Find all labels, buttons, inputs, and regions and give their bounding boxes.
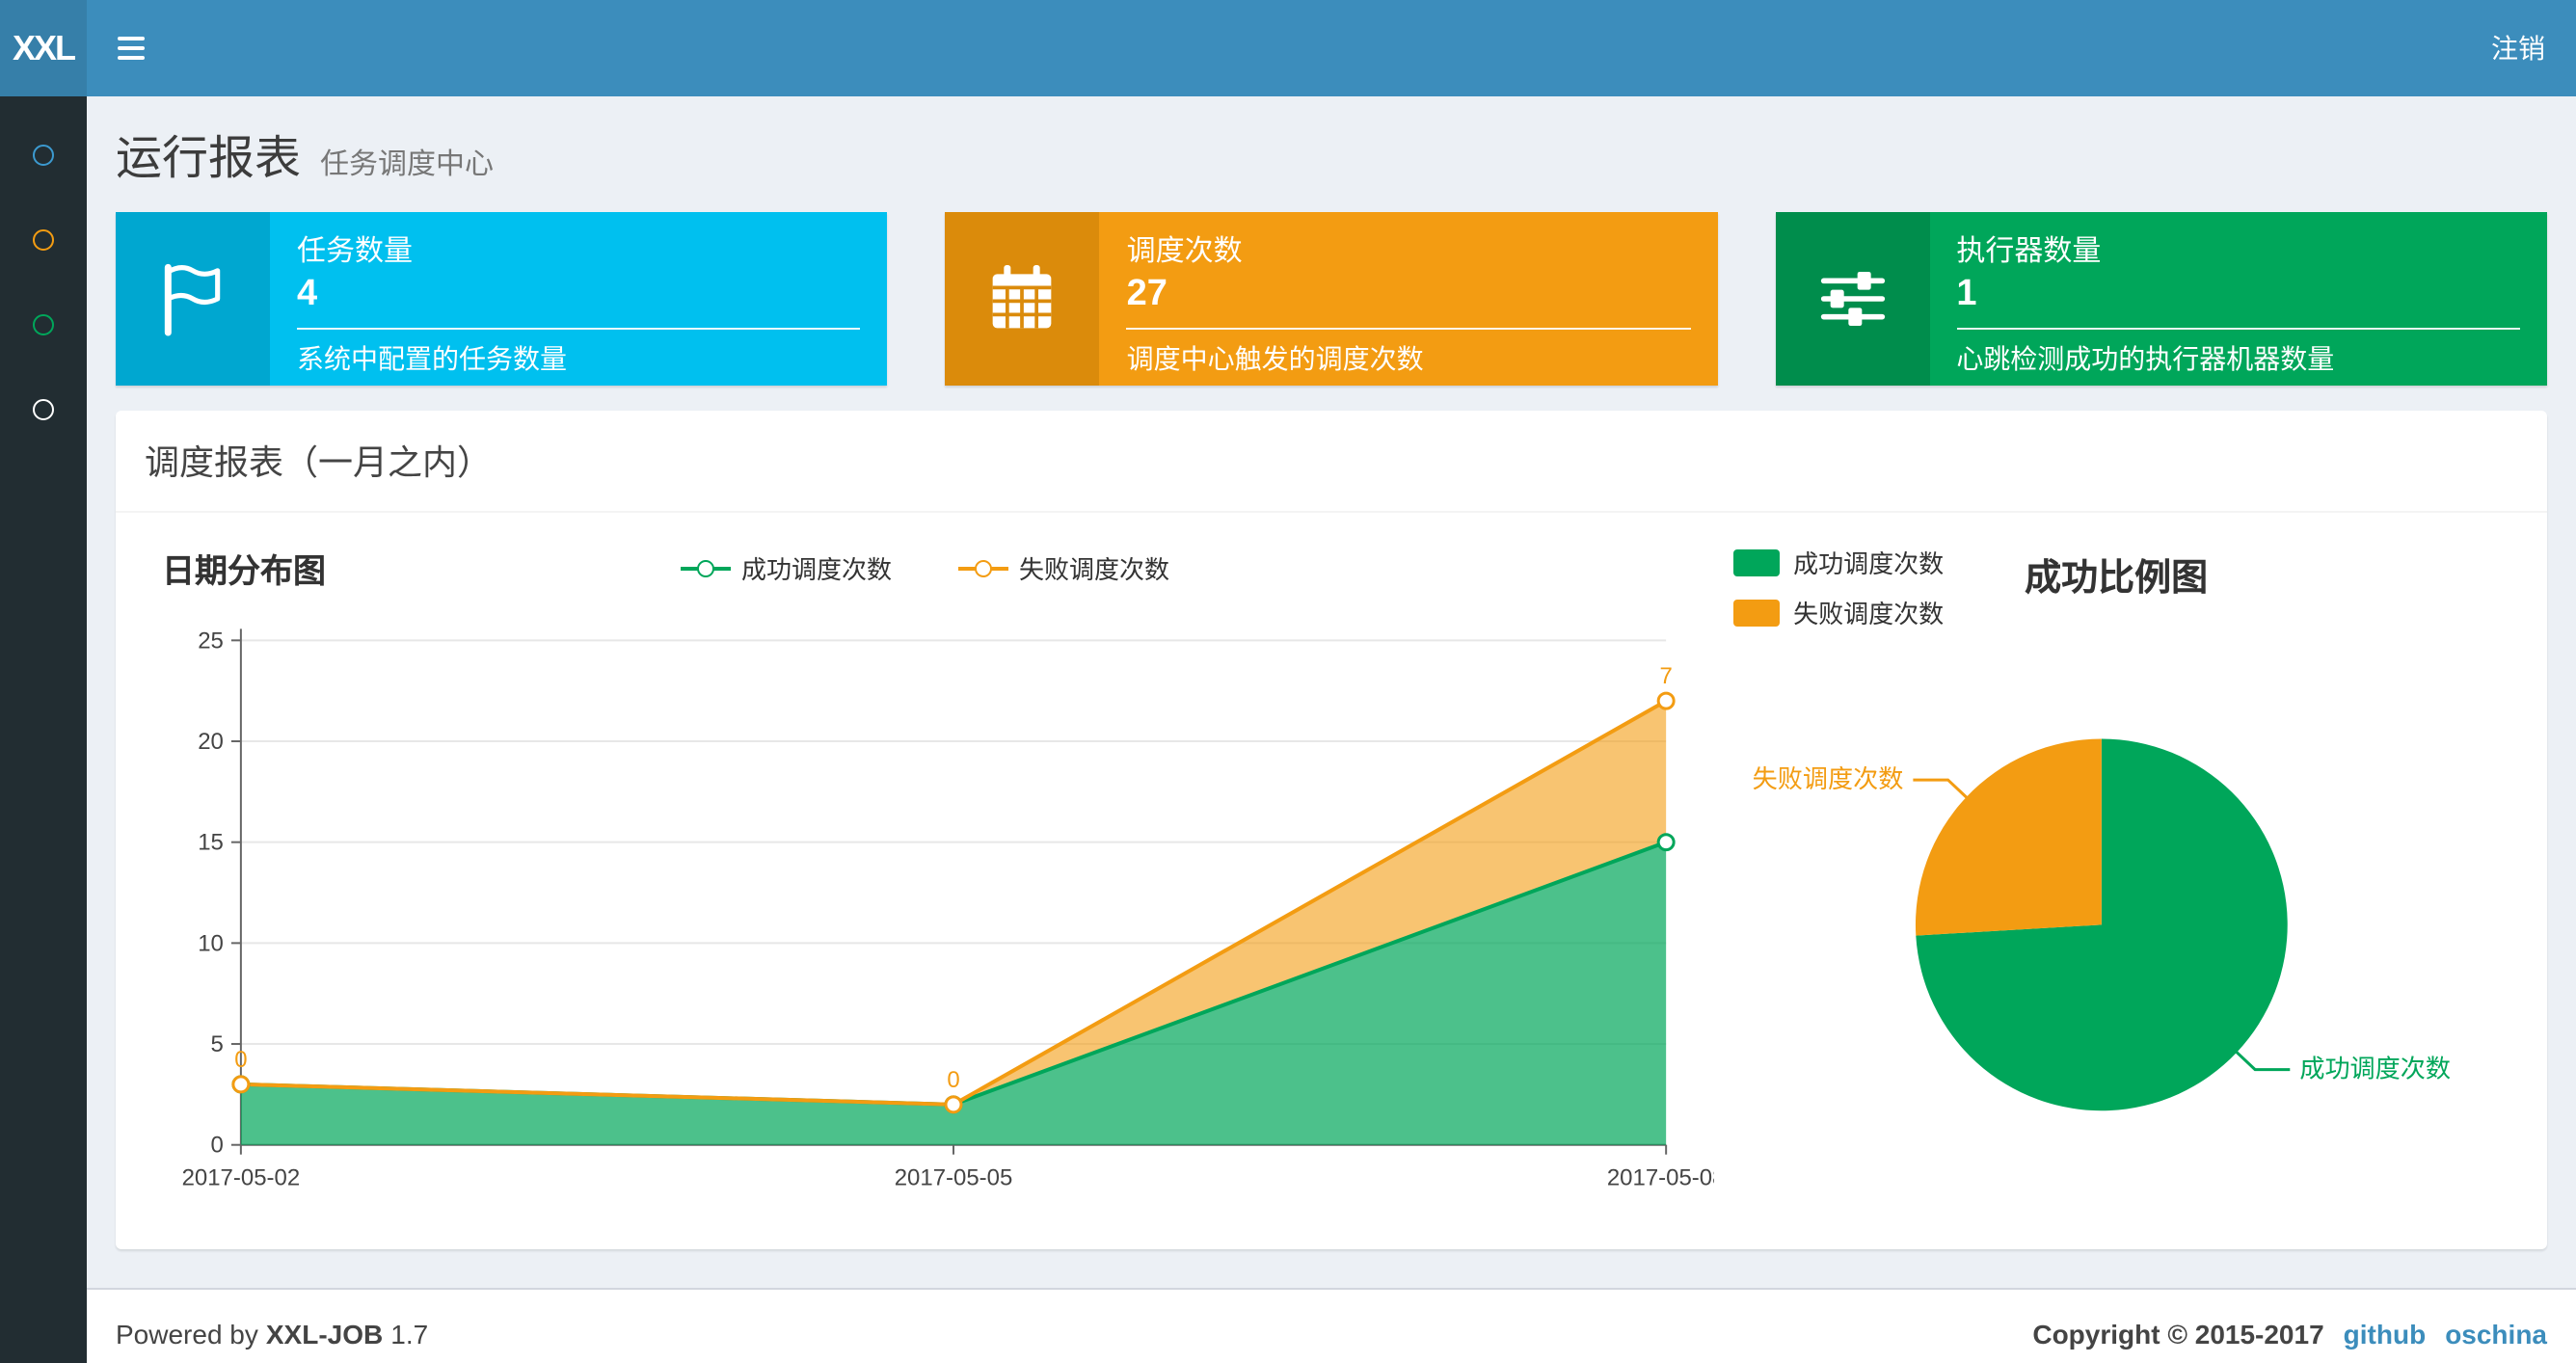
line-chart-legend: 成功调度次数 失败调度次数 [135, 549, 1714, 586]
line-chart-area: 日期分布图 成功调度次数 失败调度次数 0 5 10 15 20 25 0 0 … [135, 536, 1714, 1222]
info-box-description: 心跳检测成功的执行器机器数量 [1956, 343, 2335, 374]
info-box-description: 系统中配置的任务数量 [297, 343, 567, 374]
circle-outline-icon [33, 228, 54, 250]
footer: Powered by XXL-JOB 1.7 Copyright © 2015-… [87, 1288, 2576, 1363]
panel-title: 调度报表（一月之内） [116, 411, 2547, 513]
svg-text:7: 7 [1659, 663, 1672, 689]
logout-link[interactable]: 注销 [2491, 29, 2545, 67]
info-box-label: 调度次数 [1126, 235, 1243, 268]
product-name: XXL-JOB [265, 1319, 384, 1350]
circle-outline-icon [33, 398, 54, 419]
sidebar-menu-item-1[interactable] [0, 112, 87, 197]
svg-text:0: 0 [234, 1047, 247, 1073]
powered-by: Powered by XXL-JOB 1.7 [116, 1319, 428, 1350]
divider [297, 328, 861, 330]
info-box-row: 任务数量 4 系统中配置的任务数量 调度次数 27 调度中心触发的调度次数 执行… [87, 187, 2576, 386]
info-box-label: 执行器数量 [1956, 235, 2102, 268]
svg-text:15: 15 [198, 830, 224, 856]
circle-outline-icon [33, 313, 54, 334]
divider [1956, 328, 2520, 330]
info-box-content: 任务数量 4 系统中配置的任务数量 [270, 212, 888, 386]
footer-right: Copyright © 2015-2017 github oschina [2032, 1319, 2547, 1350]
github-link[interactable]: github [2344, 1319, 2427, 1350]
sidebar [0, 96, 87, 1363]
info-box-value: 1 [1956, 274, 1977, 314]
panel-body: 日期分布图 成功调度次数 失败调度次数 0 5 10 15 20 25 0 0 … [116, 513, 2547, 1249]
legend-label: 成功调度次数 [741, 555, 893, 584]
report-panel: 调度报表（一月之内） 日期分布图 成功调度次数 失败调度次数 0 5 10 15… [116, 411, 2547, 1249]
copyright-text: Copyright © 2015-2017 [2032, 1319, 2324, 1350]
info-box-description: 调度中心触发的调度次数 [1126, 343, 1424, 374]
info-box-content: 执行器数量 1 心跳检测成功的执行器机器数量 [1929, 212, 2547, 386]
info-box-content: 调度次数 27 调度中心触发的调度次数 [1100, 212, 1718, 386]
calendar-icon [945, 212, 1100, 386]
info-box-tasks: 任务数量 4 系统中配置的任务数量 [116, 212, 888, 386]
legend-label: 成功调度次数 [1793, 549, 1945, 578]
legend-swatch-icon [1733, 599, 1781, 626]
app-logo[interactable]: XXL [0, 0, 87, 96]
sidebar-menu-item-3[interactable] [0, 281, 87, 366]
svg-text:10: 10 [198, 930, 224, 956]
svg-text:20: 20 [198, 729, 224, 755]
legend-label: 失败调度次数 [1019, 555, 1170, 584]
top-navbar: XXL 注销 [0, 0, 2576, 96]
pie-chart-area: 成功调度次数 失败调度次数 成功比例图 成功调度次数 失败调度次数 [1714, 536, 2528, 1222]
page-subtitle: 任务调度中心 [320, 148, 495, 181]
success-ratio-pie: 成功调度次数 失败调度次数 [1753, 738, 2451, 1111]
sidebar-menu-item-4[interactable] [0, 366, 87, 451]
pie-chart-title: 成功比例图 [2025, 559, 2209, 600]
info-box-value: 4 [297, 274, 318, 314]
sidebar-toggle-button[interactable] [87, 0, 174, 96]
main-content: 运行报表 任务调度中心 任务数量 4 系统中配置的任务数量 调度次数 27 调度… [87, 96, 2576, 1363]
circle-outline-icon [33, 144, 54, 165]
legend-item-fail[interactable]: 失败调度次数 [957, 549, 1169, 586]
powered-prefix: Powered by [116, 1319, 258, 1350]
legend-line-icon [957, 559, 1008, 576]
svg-text:0: 0 [211, 1133, 224, 1159]
svg-text:2017-05-08: 2017-05-08 [1607, 1165, 1714, 1191]
svg-text:成功调度次数: 成功调度次数 [2299, 1055, 2451, 1083]
divider [1126, 328, 1691, 330]
xxl-job-dashboard: XXL 注销 运行报表 任务调度中心 任务数量 4 系统中配置的任务数量 调度次… [0, 0, 2576, 1363]
product-version: 1.7 [390, 1319, 429, 1350]
legend-swatch-icon [1733, 548, 1781, 575]
svg-text:25: 25 [198, 628, 224, 654]
info-box-executors: 执行器数量 1 心跳检测成功的执行器机器数量 [1775, 212, 2547, 386]
pie-legend-fail[interactable]: 失败调度次数 [1733, 594, 1944, 630]
sidebar-menu-item-2[interactable] [0, 197, 87, 281]
page-header: 运行报表 任务调度中心 [87, 96, 2576, 187]
svg-text:2017-05-05: 2017-05-05 [895, 1165, 1013, 1191]
info-box-label: 任务数量 [297, 235, 414, 268]
svg-text:失败调度次数: 失败调度次数 [1753, 764, 1904, 793]
hamburger-icon [117, 37, 144, 60]
pie-legend-success[interactable]: 成功调度次数 [1733, 544, 1944, 580]
page-title: 运行报表 [116, 133, 301, 185]
date-distribution-chart: 05101520250072017-05-02 2017-05-05 2017-05… [182, 628, 1715, 1191]
legend-line-icon [680, 559, 730, 576]
svg-text:2017-05-02: 2017-05-02 [182, 1165, 301, 1191]
sliders-icon [1775, 212, 1930, 386]
info-box-triggers: 调度次数 27 调度中心触发的调度次数 [945, 212, 1718, 386]
navbar-right: 注销 [2460, 0, 2576, 96]
legend-item-success[interactable]: 成功调度次数 [680, 549, 892, 586]
svg-text:0: 0 [947, 1067, 959, 1093]
svg-text:5: 5 [211, 1031, 224, 1057]
legend-label: 失败调度次数 [1793, 600, 1945, 628]
flag-icon [116, 212, 270, 386]
oschina-link[interactable]: oschina [2445, 1319, 2547, 1350]
info-box-value: 27 [1126, 274, 1167, 314]
pie-chart-legend: 成功调度次数 失败调度次数 [1733, 544, 1944, 630]
